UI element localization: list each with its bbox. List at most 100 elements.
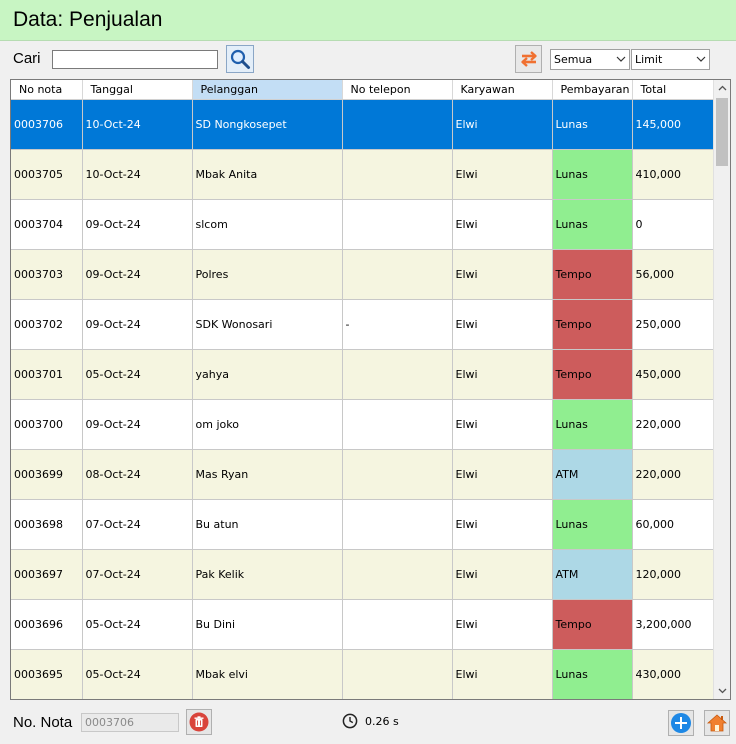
- cell-pelanggan[interactable]: Mbak elvi: [192, 649, 343, 699]
- column-header-no-telepon[interactable]: No telepon: [342, 80, 453, 100]
- cell-no-nota[interactable]: 0003705: [11, 149, 83, 200]
- column-header-pelanggan[interactable]: Pelanggan: [192, 80, 343, 100]
- table-row[interactable]: 0003706 10-Oct-24 SD Nongkosepet Elwi Lunas 1…: [11, 99, 715, 150]
- cell-karyawan[interactable]: Elwi: [452, 449, 553, 500]
- cell-tanggal[interactable]: 10-Oct-24: [82, 99, 193, 150]
- cell-tanggal[interactable]: 07-Oct-24: [82, 549, 193, 600]
- column-header-karyawan[interactable]: Karyawan: [452, 80, 553, 100]
- cell-pembayaran[interactable]: Lunas: [552, 149, 633, 200]
- table-row[interactable]: 0003703 09-Oct-24 Polres Elwi Tempo 56,000: [11, 249, 715, 300]
- cell-karyawan[interactable]: Elwi: [452, 549, 553, 600]
- cell-no-telepon[interactable]: [342, 399, 453, 450]
- home-button[interactable]: [704, 710, 730, 736]
- cell-pelanggan[interactable]: Pak Kelik: [192, 549, 343, 600]
- cell-no-nota[interactable]: 0003702: [11, 299, 83, 350]
- cell-karyawan[interactable]: Elwi: [452, 99, 553, 150]
- cell-no-nota[interactable]: 0003695: [11, 649, 83, 699]
- table-row[interactable]: 0003697 07-Oct-24 Pak Kelik Elwi ATM 120,000: [11, 549, 715, 600]
- cell-pembayaran[interactable]: Tempo: [552, 599, 633, 650]
- cell-no-telepon[interactable]: [342, 249, 453, 300]
- cell-karyawan[interactable]: Elwi: [452, 249, 553, 300]
- cell-pembayaran[interactable]: Tempo: [552, 299, 633, 350]
- cell-no-nota[interactable]: 0003700: [11, 399, 83, 450]
- add-button[interactable]: [668, 710, 694, 736]
- cell-no-telepon[interactable]: [342, 549, 453, 600]
- delete-button[interactable]: [186, 709, 212, 735]
- scrollbar-thumb[interactable]: [716, 98, 728, 166]
- cell-no-telepon[interactable]: [342, 499, 453, 550]
- cell-pembayaran[interactable]: Tempo: [552, 349, 633, 400]
- cell-pelanggan[interactable]: SD Nongkosepet: [192, 99, 343, 150]
- cell-total[interactable]: 430,000: [632, 649, 715, 699]
- cell-pelanggan[interactable]: Polres: [192, 249, 343, 300]
- cell-no-nota[interactable]: 0003704: [11, 199, 83, 250]
- cell-karyawan[interactable]: Elwi: [452, 349, 553, 400]
- cell-total[interactable]: 56,000: [632, 249, 715, 300]
- sales-table[interactable]: No nota Tanggal Pelanggan No telepon Kar…: [10, 79, 731, 700]
- table-row[interactable]: 0003705 10-Oct-24 Mbak Anita Elwi Lunas 410,0…: [11, 149, 715, 200]
- cell-karyawan[interactable]: Elwi: [452, 399, 553, 450]
- table-row[interactable]: 0003700 09-Oct-24 om joko Elwi Lunas 220,000: [11, 399, 715, 450]
- cell-tanggal[interactable]: 09-Oct-24: [82, 399, 193, 450]
- cell-no-telepon[interactable]: [342, 99, 453, 150]
- cell-karyawan[interactable]: Elwi: [452, 599, 553, 650]
- cell-no-telepon[interactable]: [342, 349, 453, 400]
- cell-no-telepon[interactable]: [342, 649, 453, 699]
- cell-pembayaran[interactable]: ATM: [552, 549, 633, 600]
- cell-no-telepon[interactable]: -: [342, 299, 453, 350]
- column-header-total[interactable]: Total: [632, 80, 715, 100]
- cell-no-telepon[interactable]: [342, 149, 453, 200]
- table-row[interactable]: 0003696 05-Oct-24 Bu Dini Elwi Tempo 3,200,00…: [11, 599, 715, 650]
- cell-total[interactable]: 145,000: [632, 99, 715, 150]
- cell-pembayaran[interactable]: ATM: [552, 449, 633, 500]
- cell-pelanggan[interactable]: slcom: [192, 199, 343, 250]
- cell-pelanggan[interactable]: Mas Ryan: [192, 449, 343, 500]
- cell-total[interactable]: 220,000: [632, 399, 715, 450]
- table-row[interactable]: 0003702 09-Oct-24 SDK Wonosari - Elwi Tempo 25…: [11, 299, 715, 350]
- cell-no-nota[interactable]: 0003706: [11, 99, 83, 150]
- cell-pelanggan[interactable]: yahya: [192, 349, 343, 400]
- cell-total[interactable]: 120,000: [632, 549, 715, 600]
- search-input[interactable]: [52, 50, 218, 69]
- cell-karyawan[interactable]: Elwi: [452, 199, 553, 250]
- table-row[interactable]: 0003699 08-Oct-24 Mas Ryan Elwi ATM 220,000: [11, 449, 715, 500]
- nota-field[interactable]: 0003706: [81, 713, 179, 732]
- cell-total[interactable]: 410,000: [632, 149, 715, 200]
- cell-tanggal[interactable]: 10-Oct-24: [82, 149, 193, 200]
- scroll-up-arrow[interactable]: [714, 80, 730, 97]
- cell-total[interactable]: 3,200,000: [632, 599, 715, 650]
- cell-no-nota[interactable]: 0003697: [11, 549, 83, 600]
- cell-tanggal[interactable]: 09-Oct-24: [82, 299, 193, 350]
- refresh-button[interactable]: [515, 45, 542, 73]
- cell-total[interactable]: 0: [632, 199, 715, 250]
- cell-total[interactable]: 450,000: [632, 349, 715, 400]
- cell-karyawan[interactable]: Elwi: [452, 149, 553, 200]
- cell-tanggal[interactable]: 05-Oct-24: [82, 599, 193, 650]
- cell-tanggal[interactable]: 09-Oct-24: [82, 249, 193, 300]
- search-button[interactable]: [226, 45, 254, 73]
- cell-no-telepon[interactable]: [342, 199, 453, 250]
- cell-total[interactable]: 220,000: [632, 449, 715, 500]
- cell-no-nota[interactable]: 0003699: [11, 449, 83, 500]
- cell-tanggal[interactable]: 09-Oct-24: [82, 199, 193, 250]
- cell-no-nota[interactable]: 0003698: [11, 499, 83, 550]
- cell-pembayaran[interactable]: Lunas: [552, 499, 633, 550]
- cell-karyawan[interactable]: Elwi: [452, 499, 553, 550]
- cell-pelanggan[interactable]: SDK Wonosari: [192, 299, 343, 350]
- cell-pelanggan[interactable]: om joko: [192, 399, 343, 450]
- cell-tanggal[interactable]: 08-Oct-24: [82, 449, 193, 500]
- cell-no-nota[interactable]: 0003696: [11, 599, 83, 650]
- cell-total[interactable]: 250,000: [632, 299, 715, 350]
- cell-pembayaran[interactable]: Lunas: [552, 99, 633, 150]
- table-row[interactable]: 0003695 05-Oct-24 Mbak elvi Elwi Lunas 430,00…: [11, 649, 715, 699]
- table-row[interactable]: 0003701 05-Oct-24 yahya Elwi Tempo 450,000: [11, 349, 715, 400]
- column-header-no-nota[interactable]: No nota: [11, 80, 83, 100]
- cell-karyawan[interactable]: Elwi: [452, 299, 553, 350]
- cell-pembayaran[interactable]: Lunas: [552, 199, 633, 250]
- table-row[interactable]: 0003698 07-Oct-24 Bu atun Elwi Lunas 60,000: [11, 499, 715, 550]
- column-header-tanggal[interactable]: Tanggal: [82, 80, 193, 100]
- column-header-pembayaran[interactable]: Pembayaran: [552, 80, 633, 100]
- cell-tanggal[interactable]: 07-Oct-24: [82, 499, 193, 550]
- table-row[interactable]: 0003704 09-Oct-24 slcom Elwi Lunas 0: [11, 199, 715, 250]
- cell-pelanggan[interactable]: Bu atun: [192, 499, 343, 550]
